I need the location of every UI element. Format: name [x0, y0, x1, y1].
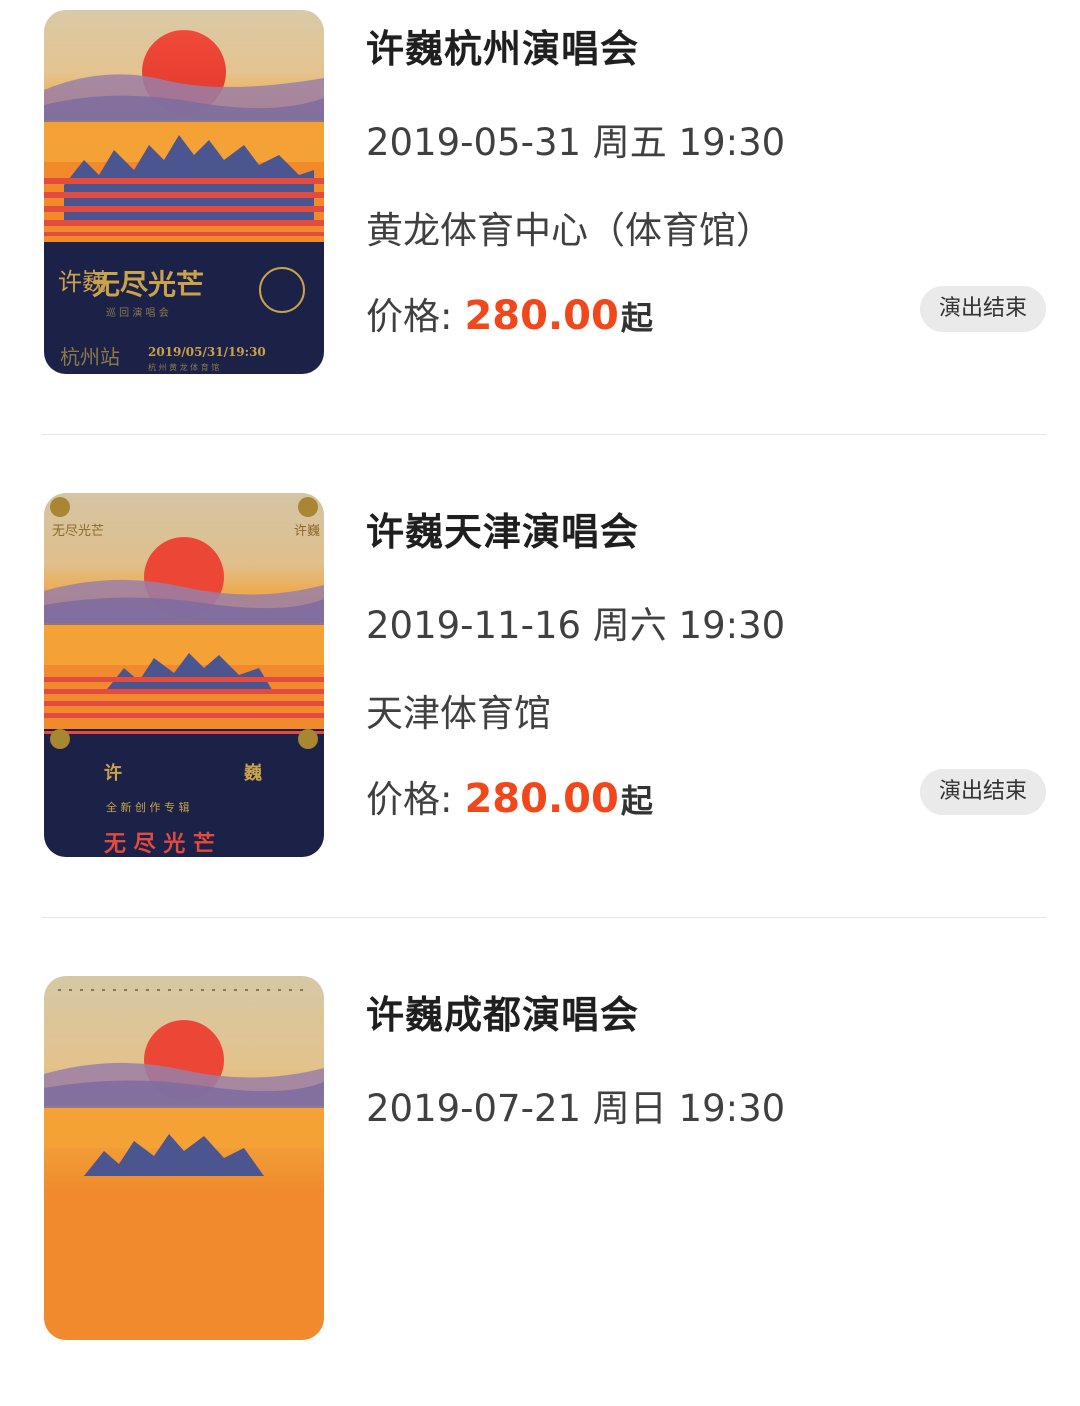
- concert-poster[interactable]: 许巍 无尽光芒 巡 回 演 唱 会 杭州站 2019/05/31/19:30 杭…: [44, 10, 324, 374]
- concert-poster[interactable]: [44, 976, 324, 1340]
- price-row: 价格: 280.00 起: [366, 769, 653, 823]
- concert-poster[interactable]: 无尽光芒 许巍 许 巍 全 新 创 作 专 辑 无 尽 光 芒: [44, 493, 324, 857]
- poster-image: 许巍 无尽光芒 巡 回 演 唱 会 杭州站 2019/05/31/19:30 杭…: [44, 10, 324, 374]
- poster-date: 2019/05/31/19:30: [148, 345, 266, 359]
- price-row: 价格: 280.00 起: [366, 286, 653, 340]
- status-badge: 演出结束: [920, 769, 1046, 815]
- poster-subtitle: 巡 回 演 唱 会: [106, 306, 169, 319]
- poster-corner-right: 许巍: [294, 524, 320, 539]
- concert-venue: 天津体育馆: [366, 692, 551, 735]
- poster-corner-left: 无尽光芒: [52, 523, 104, 539]
- status-badge: 演出结束: [920, 286, 1046, 332]
- concert-item[interactable]: 无尽光芒 许巍 许 巍 全 新 创 作 专 辑 无 尽 光 芒 许巍天津演唱会 …: [0, 493, 1080, 923]
- concert-datetime: 2019-07-21 周日 19:30: [366, 1087, 786, 1130]
- concert-datetime: 2019-11-16 周六 19:30: [366, 604, 786, 647]
- price-label: 价格:: [366, 295, 453, 338]
- poster-venue: 杭 州 黄 龙 体 育 馆: [148, 362, 219, 372]
- concert-title[interactable]: 许巍杭州演唱会: [366, 18, 639, 73]
- concert-item[interactable]: 许巍成都演唱会 2019-07-21 周日 19:30: [0, 976, 1080, 1406]
- concert-item[interactable]: 许巍 无尽光芒 巡 回 演 唱 会 杭州站 2019/05/31/19:30 杭…: [0, 10, 1080, 440]
- concert-venue: 黄龙体育中心（体育馆）: [366, 209, 773, 252]
- poster-dot-icon: [50, 497, 70, 517]
- concert-info: 许巍成都演唱会 2019-07-21 周日 19:30: [366, 976, 1046, 1340]
- poster-dot-icon: [298, 497, 318, 517]
- price-suffix: 起: [620, 299, 653, 337]
- concert-list: 许巍 无尽光芒 巡 回 演 唱 会 杭州站 2019/05/31/19:30 杭…: [0, 0, 1080, 1340]
- concert-title[interactable]: 许巍成都演唱会: [366, 984, 639, 1039]
- poster-station: 杭州站: [60, 345, 120, 369]
- poster-subtitle: 全 新 创 作 专 辑: [106, 800, 189, 814]
- concert-datetime: 2019-05-31 周五 19:30: [366, 121, 786, 164]
- poster-tour-title: 无 尽 光 芒: [104, 831, 215, 857]
- price-value: 280.00: [464, 776, 619, 822]
- concert-info: 许巍天津演唱会 2019-11-16 周六 19:30 天津体育馆 价格: 28…: [366, 493, 1046, 857]
- price-label: 价格:: [366, 778, 453, 821]
- price-suffix: 起: [620, 782, 653, 820]
- poster-image: [44, 976, 324, 1340]
- poster-name-left: 许: [104, 762, 122, 784]
- poster-image: 无尽光芒 许巍 许 巍 全 新 创 作 专 辑 无 尽 光 芒: [44, 493, 324, 857]
- price-value: 280.00: [464, 293, 619, 339]
- concert-title[interactable]: 许巍天津演唱会: [366, 501, 639, 556]
- poster-tour-title: 无尽光芒: [92, 268, 204, 301]
- concert-info: 许巍杭州演唱会 2019-05-31 周五 19:30 黄龙体育中心（体育馆） …: [366, 10, 1046, 374]
- divider: [42, 917, 1046, 918]
- divider: [42, 434, 1046, 435]
- poster-name-right: 巍: [243, 762, 262, 784]
